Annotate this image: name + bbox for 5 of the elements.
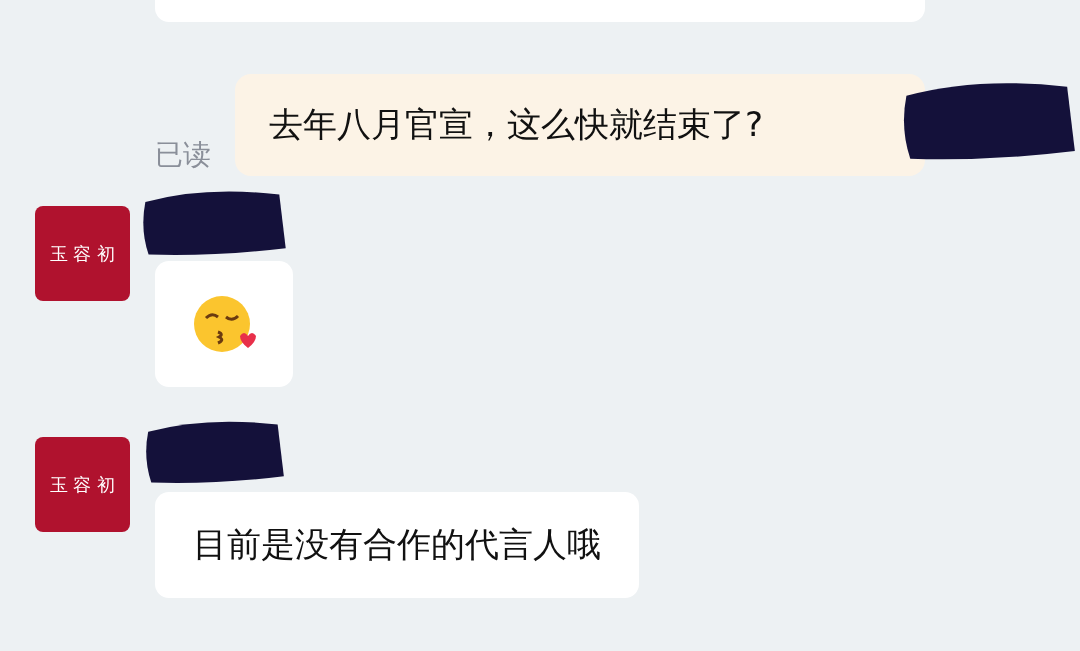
message-bubble: 去年八月官宣，这么快就结束了?: [235, 74, 925, 176]
avatar[interactable]: 玉 容 初: [35, 437, 130, 532]
read-status: 已读: [155, 137, 212, 173]
avatar[interactable]: 玉 容 初: [35, 206, 130, 301]
message-bubble: 目前是没有合作的代言人哦: [155, 492, 639, 598]
